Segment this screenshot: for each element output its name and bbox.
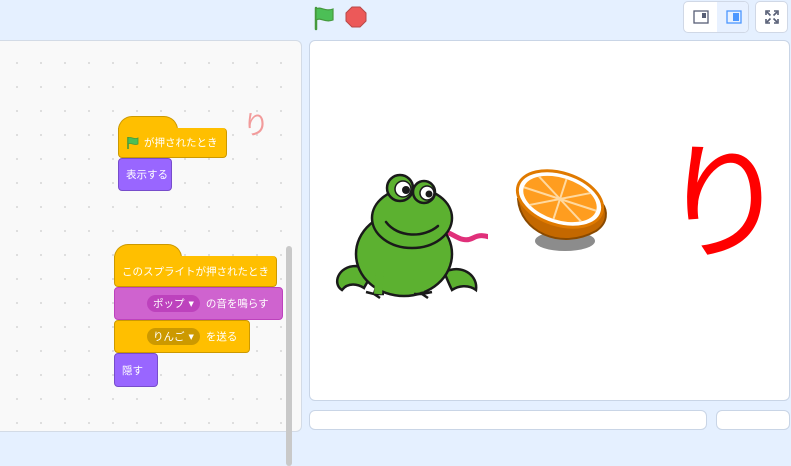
stage-letter-sprite[interactable]: り [660,141,788,269]
hide-block[interactable]: 隠す [114,353,158,387]
normal-stage-button[interactable] [717,2,748,32]
fullscreen-button[interactable] [755,1,788,33]
block-label: 表示する [126,169,168,181]
stage-header [0,0,791,40]
caret-down-icon: ▼ [188,299,194,308]
small-stage-button[interactable] [684,2,718,32]
green-flag-icon [127,136,139,149]
green-flag-icon [314,6,334,31]
sprite-thumbnail-label: り [243,111,270,141]
workspace-scrollbar[interactable] [286,246,292,466]
block-label: を送る [205,331,238,343]
when-flag-clicked-block[interactable]: が押されたとき [118,128,227,158]
sound-dropdown[interactable]: ポップ ▼ [147,295,200,312]
stage-size-toggle [683,1,749,33]
orange-sprite[interactable] [510,169,610,259]
caret-down-icon: ▼ [188,332,194,341]
block-label: の音を鳴らす [205,298,269,310]
normal-stage-icon [725,10,742,24]
small-stage-icon [692,10,709,24]
dropdown-value: ポップ [153,298,185,310]
stop-button[interactable] [343,5,369,31]
play-sound-block[interactable]: ポップ ▼ の音を鳴らす [114,287,283,320]
when-sprite-clicked-block[interactable]: このスプライトが押されたとき [114,256,277,287]
dropdown-value: りんご [153,331,185,343]
sprite-info-panel [309,410,707,430]
fullscreen-icon [764,10,779,24]
message-dropdown[interactable]: りんご ▼ [147,328,200,345]
stage-selector-panel [716,410,790,430]
frog-sprite[interactable] [328,166,488,301]
green-flag-button[interactable] [311,5,337,31]
block-label: が押されたとき [144,137,218,149]
block-label: このスプライトが押されたとき [122,265,269,278]
broadcast-block[interactable]: りんご ▼ を送る [114,320,250,353]
stage[interactable]: り [309,40,790,401]
stop-icon [345,6,367,28]
block-label: 隠す [122,364,143,377]
show-block[interactable]: 表示する [118,158,172,191]
